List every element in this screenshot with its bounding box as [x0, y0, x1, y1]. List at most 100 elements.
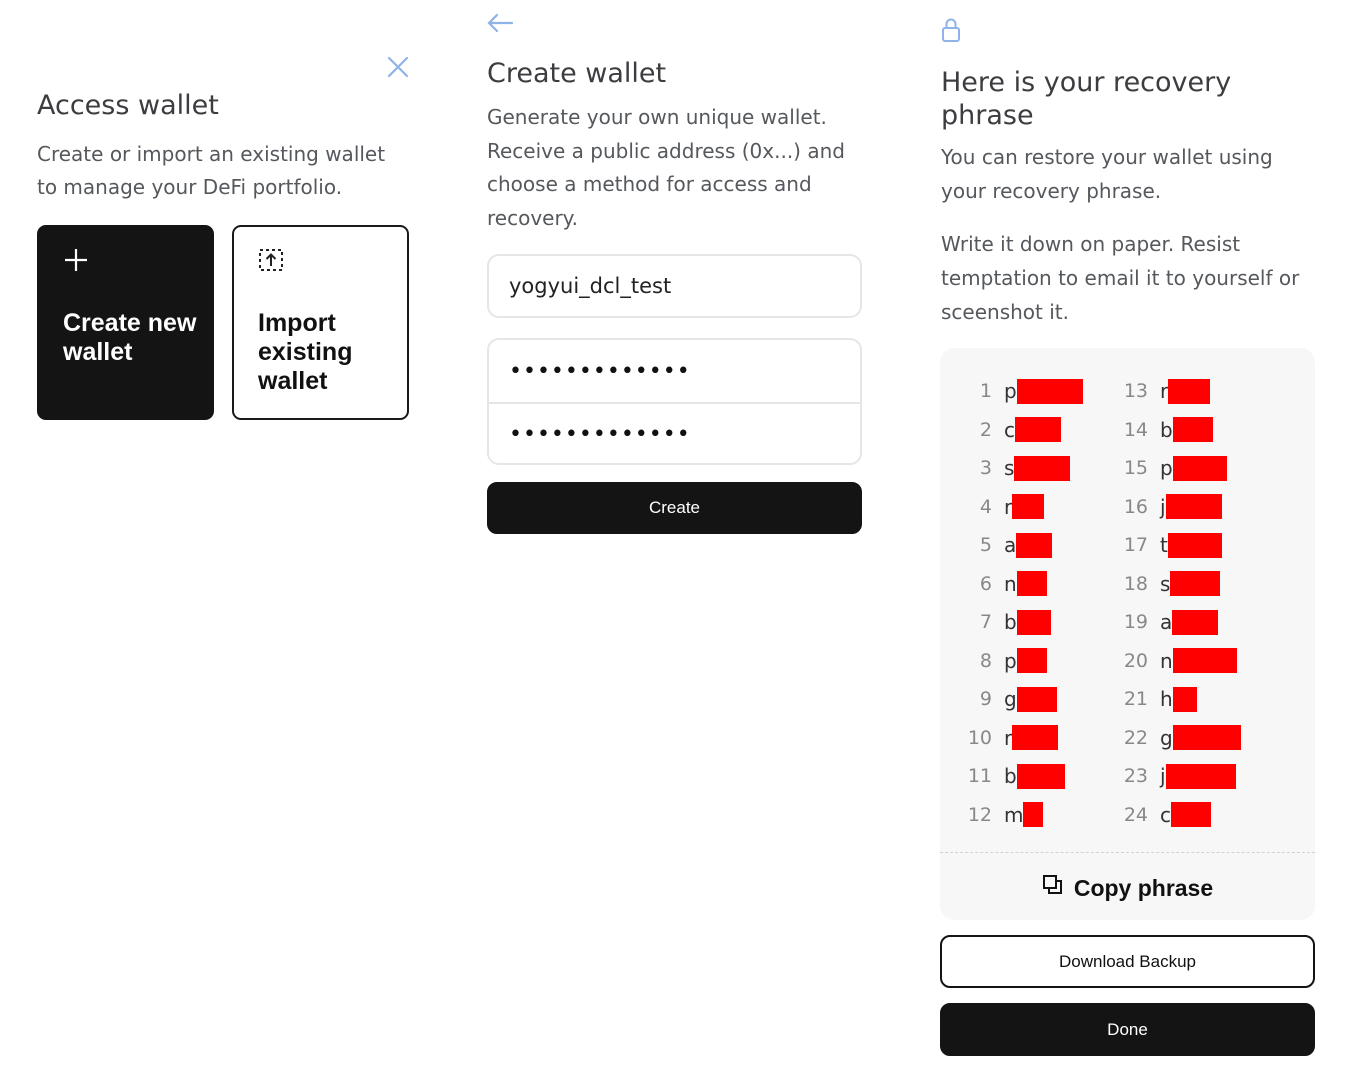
redaction-block	[1016, 686, 1057, 712]
download-backup-button[interactable]: Download Backup	[940, 935, 1315, 988]
recovery-word: 2c	[964, 415, 1061, 445]
recovery-word-number: 5	[979, 534, 992, 556]
create-button[interactable]: Create	[487, 482, 862, 534]
redaction-block	[1165, 494, 1222, 519]
recovery-word: 5a	[964, 530, 1053, 560]
copy-icon	[1042, 874, 1064, 902]
recovery-word-number: 11	[967, 765, 992, 787]
copy-phrase-button[interactable]: Copy phrase	[940, 868, 1315, 908]
recovery-word: 17 t	[1120, 530, 1222, 560]
recovery-word-number: 22	[1123, 726, 1148, 749]
recovery-word-number: 6	[979, 572, 992, 595]
redaction-block	[1012, 494, 1045, 519]
redaction-block	[1015, 417, 1061, 442]
redaction-block	[1172, 609, 1219, 635]
redaction-block	[1165, 763, 1236, 789]
recovery-word-number: 20	[1123, 649, 1148, 672]
recovery-word-text: r	[1004, 725, 1013, 750]
redaction-block	[1023, 802, 1044, 827]
redaction-block	[1016, 532, 1053, 558]
recovery-word-text: b	[1160, 417, 1173, 442]
create-wallet-title: Create wallet	[487, 58, 667, 89]
recovery-word-number: 21	[1123, 688, 1148, 710]
recovery-word: 19 a	[1120, 607, 1219, 637]
recovery-word: 22 g	[1120, 723, 1241, 753]
access-wallet-title: Access wallet	[37, 90, 219, 121]
recovery-word-text: p	[1004, 379, 1017, 403]
recovery-word-number: 17	[1123, 534, 1148, 556]
recovery-word: 7b	[964, 607, 1051, 637]
lock-icon	[940, 17, 962, 43]
recovery-word: 12 m	[964, 800, 1044, 830]
redaction-block	[1172, 417, 1213, 442]
recovery-word-number: 3	[979, 457, 992, 479]
recovery-word-number: 12	[967, 803, 992, 826]
copy-phrase-label: Copy phrase	[1073, 874, 1214, 901]
recovery-word-number: 4	[979, 495, 992, 518]
password-input[interactable]: •••••••••••••	[489, 340, 860, 402]
access-wallet-subtitle: Create or import an existing wallet to m…	[37, 142, 386, 199]
recovery-word-text: m	[1004, 802, 1024, 827]
done-button[interactable]: Done	[940, 1003, 1315, 1056]
recovery-phrase-title: Here is your recovery phrase	[941, 67, 1232, 131]
recovery-word-number: 18	[1123, 572, 1148, 595]
recovery-phrase-subtitle: You can restore your wallet using your r…	[941, 145, 1273, 203]
redaction-block	[1016, 609, 1051, 635]
redaction-block	[1016, 378, 1083, 404]
recovery-word-text: n	[1160, 648, 1173, 673]
recovery-word: 23 j	[1120, 761, 1236, 791]
plus-icon	[63, 247, 89, 273]
recovery-word-number: 1	[979, 380, 992, 402]
wallet-name-input[interactable]: yogyui_dcl_test	[487, 254, 862, 318]
recovery-word-number: 2	[979, 418, 992, 441]
recovery-word: 1p	[964, 376, 1083, 406]
redaction-block	[1014, 455, 1071, 481]
confirm-password-input[interactable]: •••••••••••••	[489, 402, 860, 463]
recovery-word-number: 24	[1123, 803, 1148, 826]
import-existing-wallet-label: Import existing wallet	[258, 309, 353, 395]
recovery-word-number: 8	[979, 649, 992, 672]
divider	[940, 852, 1315, 853]
recovery-word-text: r	[1160, 379, 1169, 403]
recovery-word: 18 s	[1120, 569, 1221, 599]
recovery-word-text: s	[1004, 456, 1015, 480]
recovery-word-text: c	[1160, 802, 1171, 827]
recovery-word-number: 14	[1123, 418, 1148, 441]
recovery-word-text: a	[1004, 533, 1017, 557]
recovery-word: 13 r	[1120, 376, 1211, 406]
recovery-word: 21 h	[1120, 684, 1197, 714]
password-group: ••••••••••••• •••••••••••••	[487, 338, 862, 465]
import-existing-wallet-card[interactable]: Import existing wallet	[232, 225, 409, 420]
redaction-block	[1172, 686, 1197, 712]
recovery-word-text: n	[1004, 571, 1017, 596]
redaction-block	[1168, 378, 1211, 404]
import-upload-icon	[258, 247, 284, 273]
redaction-block	[1016, 571, 1047, 596]
recovery-word-text: g	[1160, 725, 1173, 750]
recovery-word-number: 19	[1123, 611, 1148, 633]
redaction-block	[1167, 532, 1222, 558]
recovery-word-text: p	[1004, 648, 1017, 673]
recovery-word-text: p	[1160, 456, 1173, 480]
create-new-wallet-card[interactable]: Create new wallet	[37, 225, 214, 420]
recovery-word: 8p	[964, 646, 1047, 676]
recovery-word-text: g	[1004, 687, 1017, 711]
redaction-block	[1016, 763, 1065, 789]
recovery-word: 10 r	[964, 723, 1059, 753]
recovery-word-text: b	[1004, 764, 1017, 788]
close-icon[interactable]	[386, 55, 410, 79]
recovery-word-number: 9	[979, 688, 992, 710]
recovery-word-text: s	[1160, 571, 1171, 596]
redaction-block	[1172, 725, 1241, 750]
recovery-word-number: 10	[967, 726, 992, 749]
recovery-word-text: b	[1004, 610, 1017, 634]
recovery-word-number: 7	[979, 611, 992, 633]
redaction-block	[1172, 648, 1237, 673]
redaction-block	[1172, 455, 1227, 481]
arrow-left-icon[interactable]	[486, 12, 514, 34]
recovery-word-text: t	[1160, 533, 1168, 557]
recovery-word: 15 p	[1120, 453, 1227, 483]
redaction-block	[1016, 648, 1047, 673]
recovery-word-number: 13	[1123, 380, 1148, 402]
create-new-wallet-label: Create new wallet	[63, 309, 197, 366]
